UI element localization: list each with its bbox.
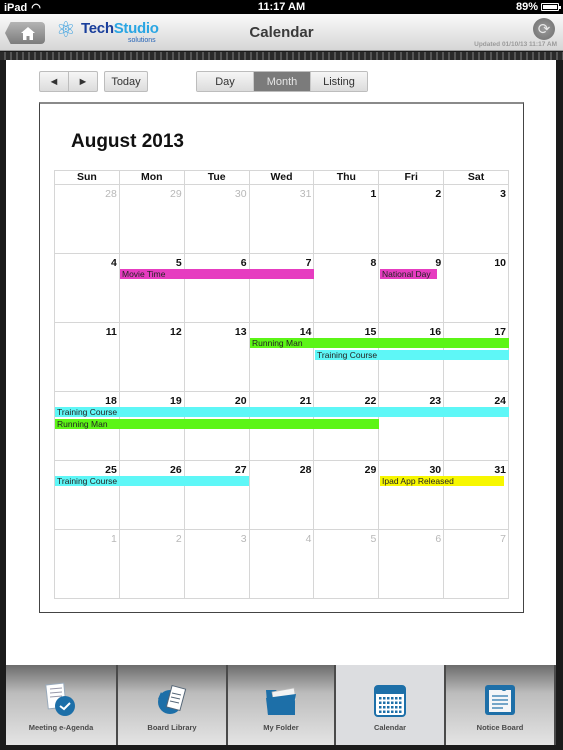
tab-label: Board Library (147, 723, 197, 732)
day-cell[interactable]: 10 (444, 254, 510, 323)
next-month-button[interactable]: ► (68, 71, 98, 92)
month-view: August 2013 Sun Mon Tue Wed Thu Fri Sat 28 29 30… (39, 102, 524, 613)
weekday-label: Tue (184, 171, 250, 185)
day-cell-other-month[interactable]: 31 (249, 185, 315, 254)
month-title: August 2013 (71, 131, 184, 152)
tab-meeting-e-agenda[interactable]: Meeting e-Agenda (6, 665, 118, 745)
calendar-event[interactable]: Running Man (55, 419, 379, 429)
day-cell-other-month[interactable]: 29 (119, 185, 185, 254)
day-cell[interactable]: 30 (379, 461, 445, 530)
day-cell[interactable]: 4 (55, 254, 120, 323)
tab-label: Meeting e-Agenda (28, 723, 94, 732)
calendar-event[interactable]: Running Man (250, 338, 509, 348)
day-cell[interactable]: 24 (444, 392, 510, 461)
day-cell-other-month[interactable]: 2 (119, 530, 185, 599)
day-cell[interactable]: 28 (249, 461, 315, 530)
day-cell[interactable]: 14 (249, 323, 315, 392)
day-cell[interactable]: 5 (119, 254, 185, 323)
day-cell[interactable]: 31 (444, 461, 510, 530)
today-button[interactable]: Today (104, 71, 148, 92)
weekday-label: Sun (55, 171, 120, 185)
day-cell-other-month[interactable]: 6 (379, 530, 445, 599)
weekday-label: Wed (249, 171, 315, 185)
folder-icon (264, 682, 298, 718)
day-cell[interactable]: 1 (314, 185, 380, 254)
calendar-event[interactable]: National Day (380, 269, 437, 279)
last-updated: Updated 01/10/13 11:17 AM (474, 41, 557, 48)
tab-calendar[interactable]: Calendar (336, 665, 446, 745)
day-cell[interactable]: 27 (184, 461, 250, 530)
day-cell[interactable]: 8 (314, 254, 380, 323)
weekday-label: Thu (314, 171, 380, 185)
day-cell-other-month[interactable]: 1 (55, 530, 120, 599)
refresh-button[interactable]: ⟳ (533, 18, 555, 40)
tab-notice-board[interactable]: Notice Board (446, 665, 556, 745)
day-cell-other-month[interactable]: 30 (184, 185, 250, 254)
calendar-week-row: 4 5 6 7 8 9 10 Movie Time National Day (55, 254, 510, 323)
view-switcher: Day Month Listing (196, 71, 368, 92)
calendar-event[interactable]: Movie Time (120, 269, 314, 279)
day-cell[interactable]: 13 (184, 323, 250, 392)
library-icon (155, 682, 189, 718)
day-cell[interactable]: 12 (119, 323, 185, 392)
bottom-edge (0, 745, 563, 750)
day-cell[interactable]: 2 (379, 185, 445, 254)
calendar-event[interactable]: Training Course (55, 476, 249, 486)
calendar-panel: ◄ ► Today Day Month Listing August 2013 … (6, 60, 556, 665)
view-tab-month[interactable]: Month (254, 72, 311, 91)
day-cell[interactable]: 3 (444, 185, 510, 254)
tab-board-library[interactable]: Board Library (118, 665, 228, 745)
refresh-icon: ⟳ (537, 21, 551, 38)
page-title: Calendar (249, 24, 314, 41)
day-cell[interactable]: 7 (249, 254, 315, 323)
calendar-week-row: 11 12 13 14 15 16 17 Running Man Training Course (55, 323, 510, 392)
day-cell[interactable]: 29 (314, 461, 380, 530)
day-cell[interactable]: 9 (379, 254, 445, 323)
day-cell-other-month[interactable]: 28 (55, 185, 120, 254)
weekday-label: Mon (119, 171, 185, 185)
battery-percent: 89% (515, 1, 538, 13)
navigation-bar: ⚛ TechStudio solutions Calendar ⟳ Update… (0, 14, 563, 51)
notice-board-icon (483, 682, 517, 718)
weekday-header: Sun Mon Tue Wed Thu Fri Sat (55, 171, 510, 185)
tab-label: Notice Board (476, 723, 524, 732)
battery-icon (541, 3, 561, 11)
tab-label: My Folder (263, 723, 299, 732)
day-cell-other-month[interactable]: 4 (249, 530, 315, 599)
tab-label: Calendar (373, 723, 407, 732)
agenda-icon (44, 682, 78, 718)
calendar-week-row: 1234567 (55, 530, 510, 599)
weekday-label: Fri (379, 171, 445, 185)
day-cell[interactable]: 11 (55, 323, 120, 392)
day-cell-other-month[interactable]: 5 (314, 530, 380, 599)
calendar-week-row: 28 29 30 31 1 2 3 (55, 185, 510, 254)
tab-my-folder[interactable]: My Folder (228, 665, 336, 745)
calendar-icon (373, 682, 407, 718)
weekday-label: Sat (444, 171, 510, 185)
day-cell[interactable]: 23 (379, 392, 445, 461)
calendar-week-row: 25 26 27 28 29 30 31 Training Course Ipad App Re… (55, 461, 510, 530)
prev-month-button[interactable]: ◄ (39, 71, 69, 92)
leather-stitch-divider (0, 52, 563, 60)
clock: 11:17 AM (257, 1, 306, 13)
calendar-event[interactable]: Ipad App Released (380, 476, 505, 486)
bottom-tab-bar: Meeting e-Agenda Board Library My Folder Ca… (6, 665, 556, 745)
calendar-event[interactable]: Training Course (55, 407, 509, 417)
calendar-event[interactable]: Training Course (315, 350, 509, 360)
day-cell-other-month[interactable]: 3 (184, 530, 250, 599)
day-cell[interactable]: 6 (184, 254, 250, 323)
day-cell-other-month[interactable]: 7 (444, 530, 510, 599)
day-cell[interactable]: 25 (55, 461, 120, 530)
day-cell[interactable]: 26 (119, 461, 185, 530)
status-bar: iPad ◠ 11:17 AM 89% (0, 0, 563, 14)
month-grid: Sun Mon Tue Wed Thu Fri Sat 28 29 30 31 1 2 3 4 5 6 7 8 9 1… (54, 170, 510, 599)
calendar-week-row: 18 19 20 21 22 23 24 Training Course Running Man (55, 392, 510, 461)
view-tab-day[interactable]: Day (197, 72, 254, 91)
view-tab-listing[interactable]: Listing (311, 72, 367, 91)
